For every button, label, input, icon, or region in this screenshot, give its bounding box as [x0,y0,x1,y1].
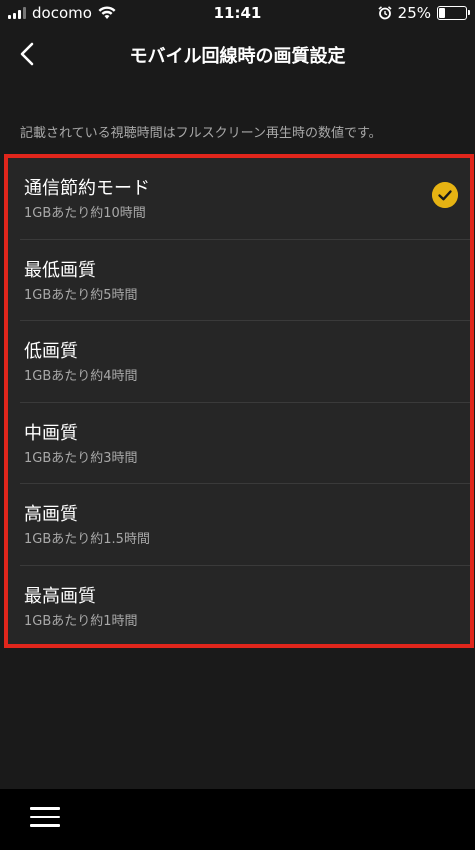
option-low-quality[interactable]: 低画質 1GBあたり約4時間 [20,321,470,403]
viewing-time-note: 記載されている視聴時間はフルスクリーン再生時の数値です。 [20,126,382,141]
option-description: 1GBあたり約1.5時間 [24,532,150,547]
hamburger-menu-icon[interactable] [30,807,60,833]
option-description: 1GBあたり約1時間 [24,613,138,629]
option-label: 最高画質 [24,585,96,607]
nav-header: モバイル回線時の画質設定 [0,28,475,80]
status-right: 25% [378,4,470,22]
option-description: 1GBあたり約3時間 [24,450,138,466]
status-bar: docomo 11:41 25% [0,0,475,28]
check-circle-icon [432,182,458,208]
option-label: 低画質 [24,341,78,362]
option-highest-quality[interactable]: 最高画質 1GBあたり約1時間 [20,566,470,648]
battery-icon [437,6,470,20]
quality-options-list: 通信節約モード 1GBあたり約10時間 最低画質 1GBあたり約5時間 低画質 … [4,154,474,648]
option-label: 中画質 [24,422,78,444]
alarm-icon [378,6,392,20]
option-label: 高画質 [24,504,78,525]
battery-fill [439,8,446,18]
option-lowest-quality[interactable]: 最低画質 1GBあたり約5時間 [20,240,470,321]
option-high-quality[interactable]: 高画質 1GBあたり約1.5時間 [20,484,470,566]
option-data-saver[interactable]: 通信節約モード 1GBあたり約10時間 [20,158,470,240]
page-title: モバイル回線時の画質設定 [129,46,346,67]
option-medium-quality[interactable]: 中画質 1GBあたり約3時間 [20,403,470,484]
option-description: 1GBあたり約5時間 [24,287,138,303]
option-description: 1GBあたり約10時間 [24,206,146,221]
option-description: 1GBあたり約4時間 [24,369,138,384]
battery-percent: 25% [397,4,431,22]
bottom-tab-bar [0,789,475,850]
option-label: 通信節約モード [24,178,150,199]
option-label: 最低画質 [24,259,96,281]
